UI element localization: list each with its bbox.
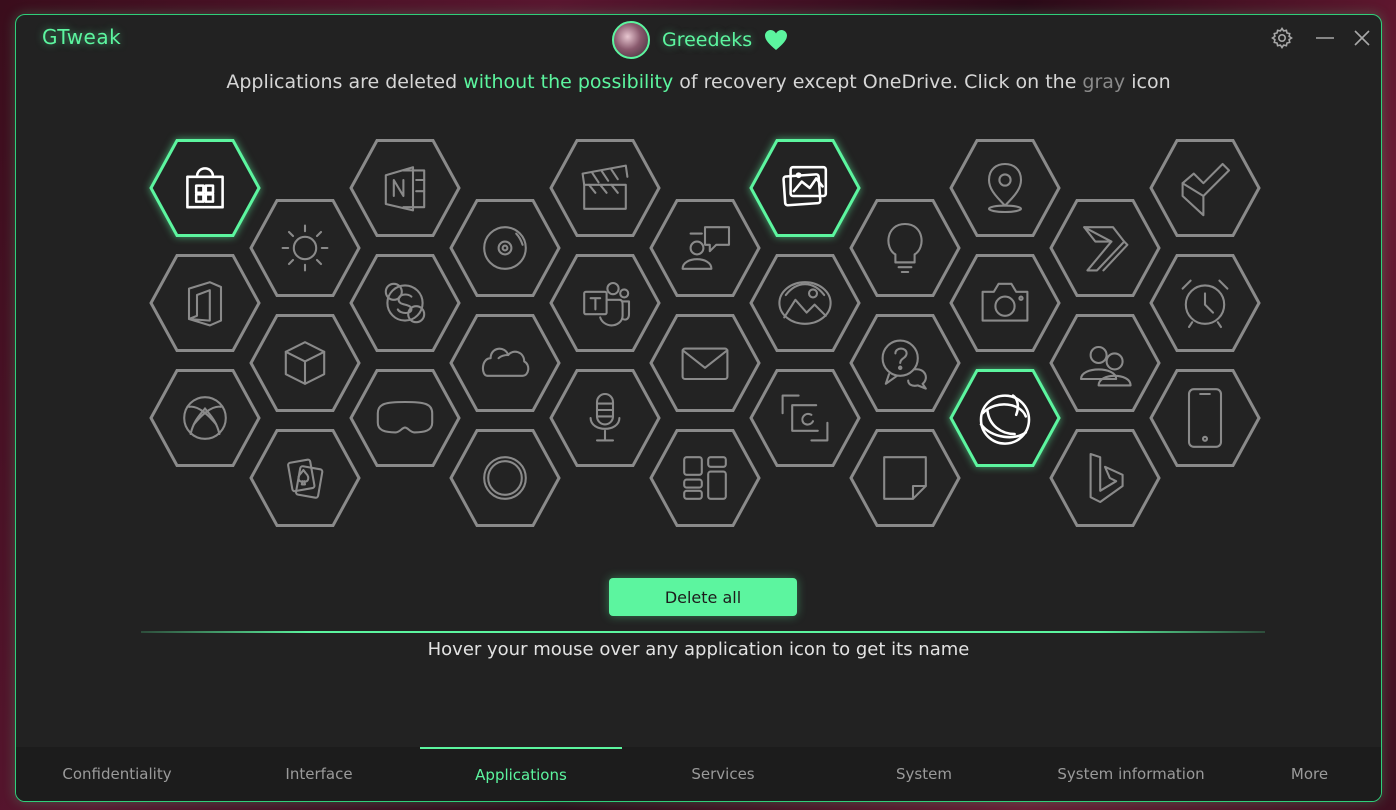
app-hex-onenote[interactable]: [349, 139, 461, 237]
app-hex-solitaire-cards[interactable]: [249, 429, 361, 527]
app-hex-skype[interactable]: [349, 254, 461, 352]
app-hex-onedrive-cloud[interactable]: [449, 314, 561, 412]
app-hex-widgets[interactable]: [649, 429, 761, 527]
nav-tab-system-information[interactable]: System information: [1024, 747, 1238, 801]
app-hex-xbox[interactable]: [149, 369, 261, 467]
app-hex-3d-cube[interactable]: [249, 314, 361, 412]
app-hex-maps-pin[interactable]: [949, 139, 1061, 237]
app-hex-people[interactable]: [1049, 314, 1161, 412]
bottom-nav: Confidentiality Interface Applications Serv…: [16, 747, 1381, 801]
app-hex-bing[interactable]: [1049, 429, 1161, 527]
app-hex-get-help[interactable]: [849, 314, 961, 412]
app-hex-groove-music-disc[interactable]: [449, 199, 561, 297]
delete-all-button[interactable]: Delete all: [609, 578, 797, 616]
app-hex-camera[interactable]: [949, 254, 1061, 352]
app-hex-video-clapperboard[interactable]: [549, 139, 661, 237]
app-hex-tips-bulb[interactable]: [849, 199, 961, 297]
app-hex-feedback-hub[interactable]: [649, 199, 761, 297]
nav-tab-applications[interactable]: Applications: [420, 747, 622, 801]
app-hex-alarms-clock[interactable]: [1149, 254, 1261, 352]
nav-tab-confidentiality[interactable]: Confidentiality: [16, 747, 218, 801]
hover-hint: Hover your mouse over any application ic…: [427, 639, 970, 660]
app-hex-photos[interactable]: [749, 139, 861, 237]
app-hex-edge-browser[interactable]: [949, 369, 1061, 467]
app-window: GTweak Greedeks Applications are deleted…: [15, 14, 1382, 802]
app-hex-microsoft-store[interactable]: [149, 139, 261, 237]
app-hex-weather-sun[interactable]: [249, 199, 361, 297]
app-hex-mail-envelope[interactable]: [649, 314, 761, 412]
app-hex-teams[interactable]: [549, 254, 661, 352]
nav-tab-services[interactable]: Services: [622, 747, 824, 801]
app-hex-voice-recorder-mic[interactable]: [549, 369, 661, 467]
app-hex-mixed-reality-headset[interactable]: [349, 369, 461, 467]
app-hex-paint-3d[interactable]: [749, 254, 861, 352]
app-hex-office[interactable]: [149, 254, 261, 352]
nav-tab-system[interactable]: System: [824, 747, 1024, 801]
nav-tab-interface[interactable]: Interface: [218, 747, 420, 801]
app-hex-snip-sketch[interactable]: [749, 369, 861, 467]
nav-tab-more[interactable]: More: [1238, 747, 1381, 801]
application-grid: [16, 15, 1381, 555]
app-hex-phone-link[interactable]: [1149, 369, 1261, 467]
app-hex-todo-check[interactable]: [1149, 139, 1261, 237]
divider: [141, 631, 1265, 633]
app-hex-power-automate[interactable]: [1049, 199, 1161, 297]
app-hex-cortana-circle[interactable]: [449, 429, 561, 527]
app-hex-sticky-notes[interactable]: [849, 429, 961, 527]
